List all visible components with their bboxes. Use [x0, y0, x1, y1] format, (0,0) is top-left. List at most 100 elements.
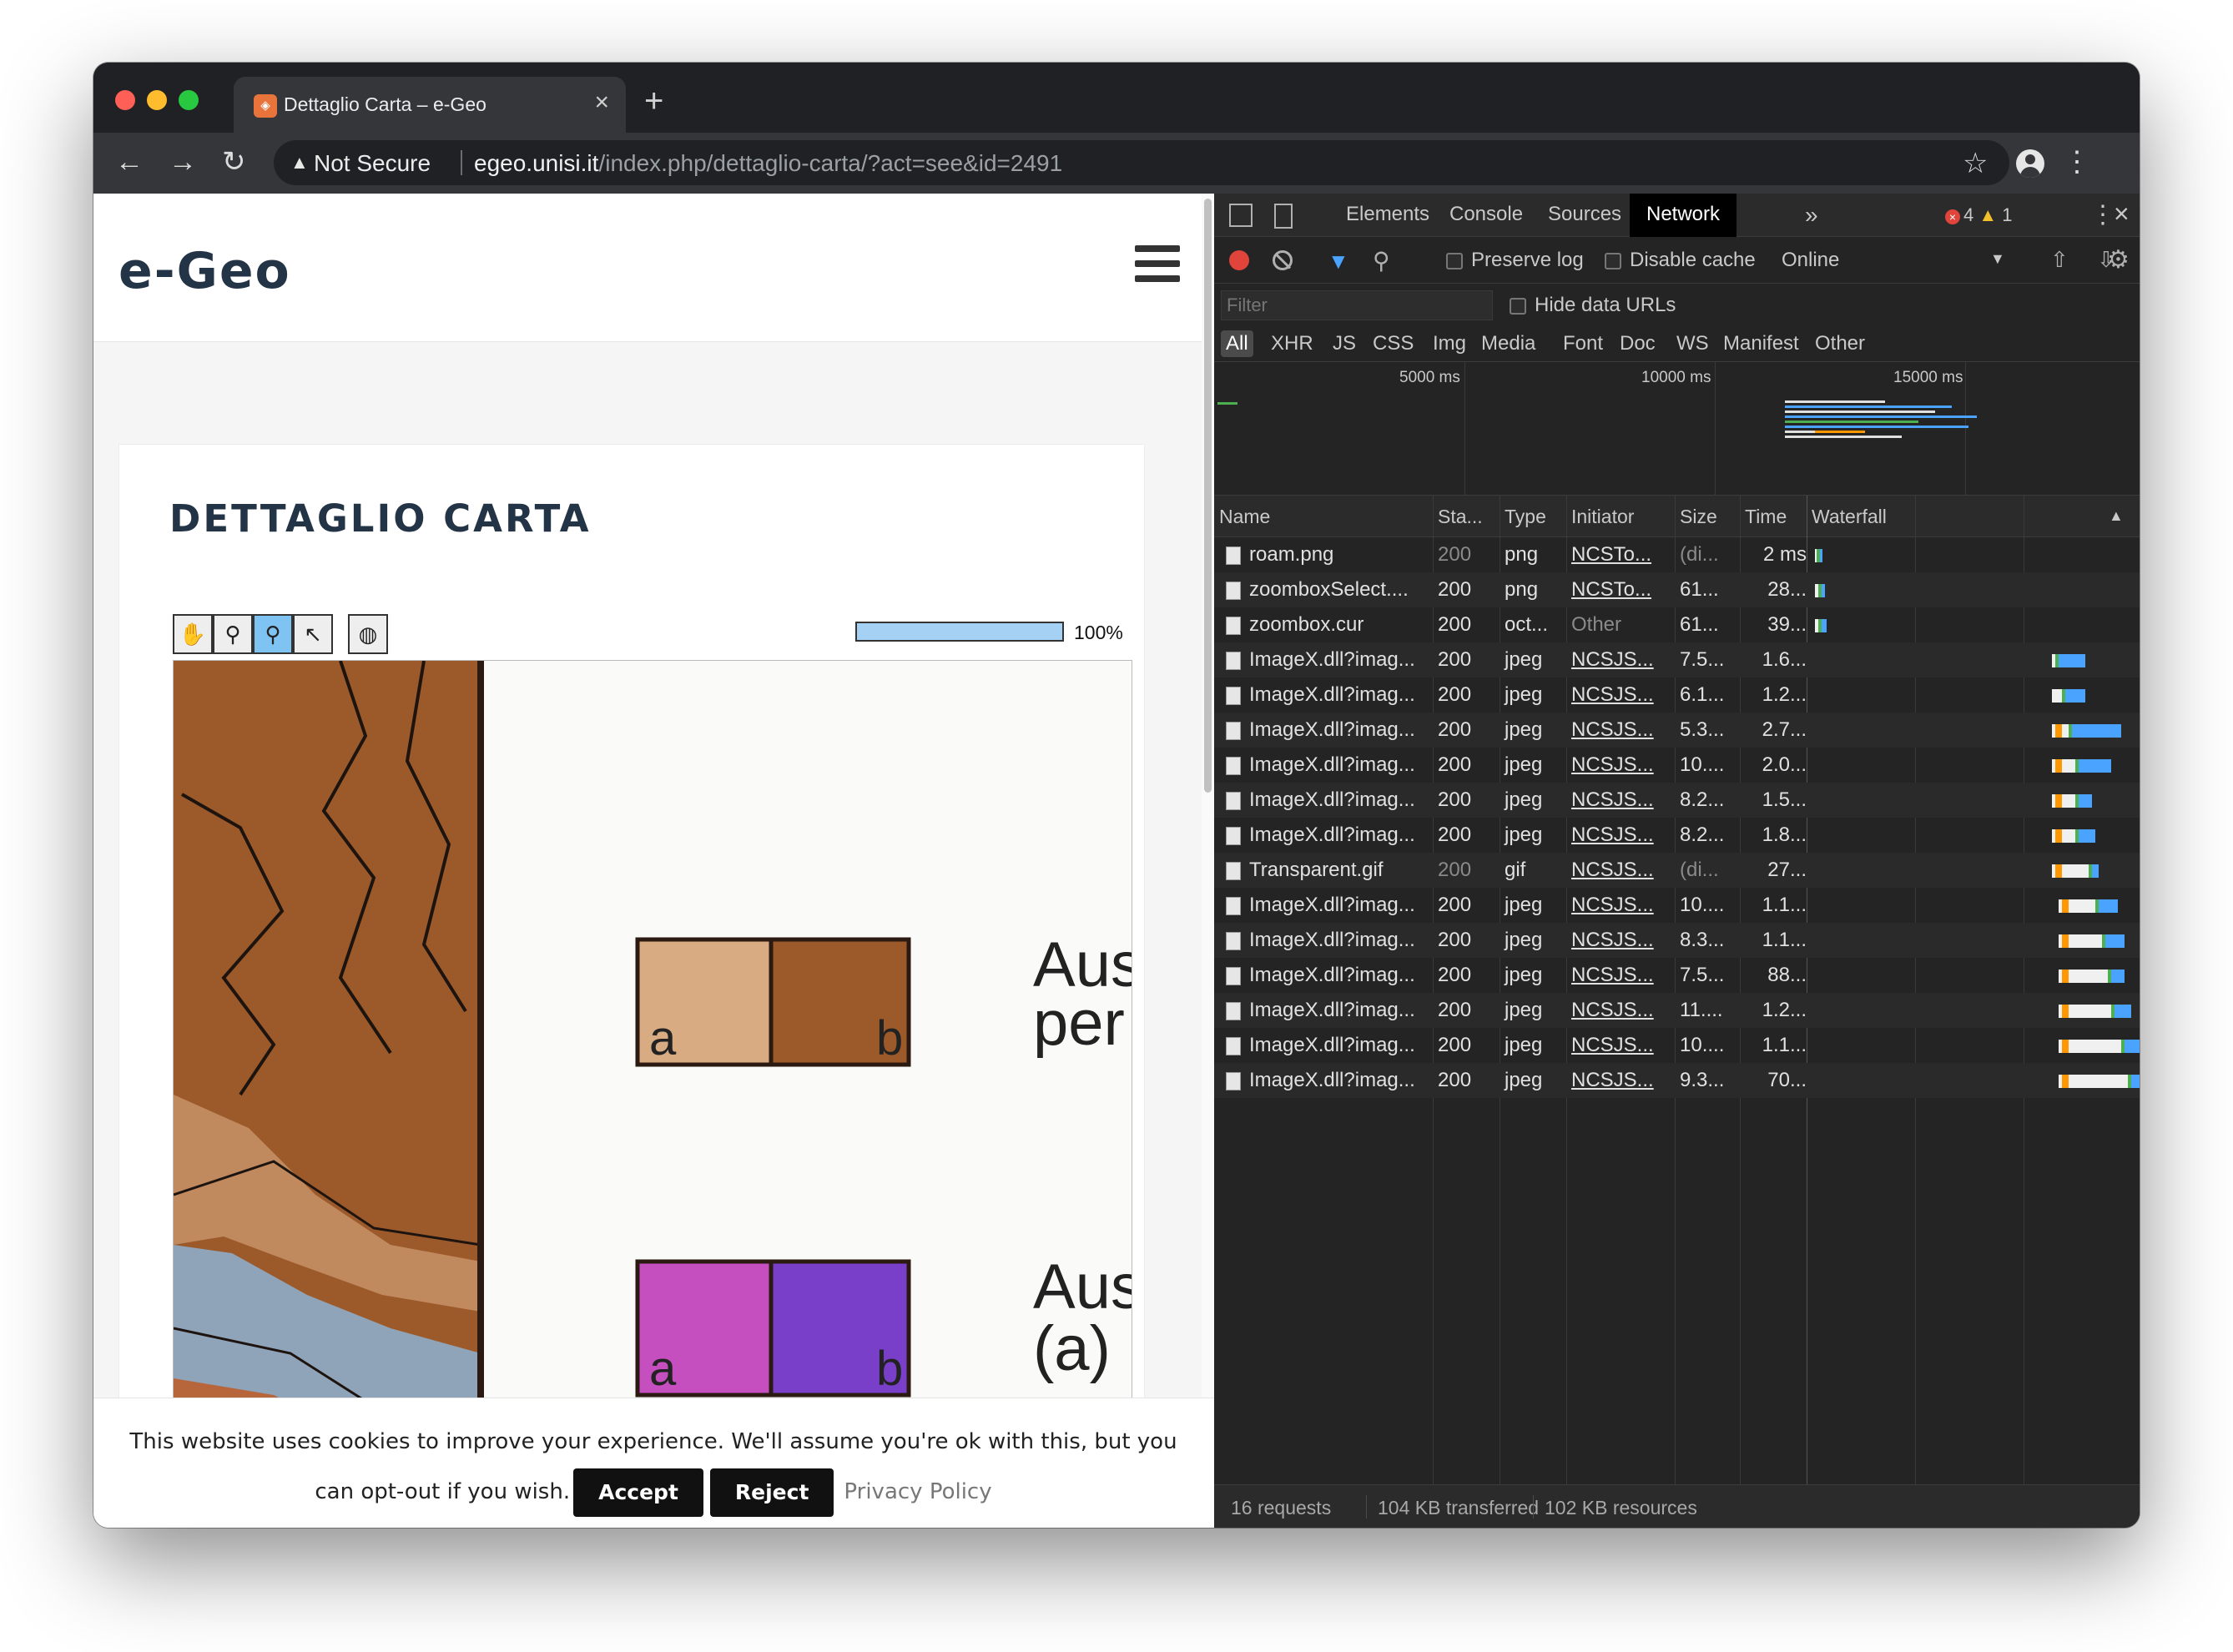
page-scrollbar-thumb[interactable]: [1204, 199, 1212, 793]
tab-console[interactable]: Console: [1433, 194, 1540, 237]
table-row[interactable]: ImageX.dll?imag... 200 jpeg NCSJS... 9.3... 7…: [1214, 1063, 2140, 1098]
column-name[interactable]: Name: [1214, 496, 1433, 537]
column-initiator[interactable]: Initiator: [1566, 496, 1675, 537]
table-row[interactable]: ImageX.dll?imag... 200 jpeg NCSJS... 8.3... 1…: [1214, 923, 2140, 958]
column-status[interactable]: Sta...: [1433, 496, 1500, 537]
search-icon[interactable]: ⚲: [1373, 247, 1390, 274]
zoom-icon[interactable]: ⚲: [213, 614, 253, 654]
table-row[interactable]: Transparent.gif 200 gif NCSJS... (di... 27...: [1214, 853, 2140, 888]
preserve-log-label: Preserve log: [1471, 249, 1584, 271]
sort-ascending-icon[interactable]: ▲: [2109, 507, 2124, 525]
request-initiator: NCSJS...: [1571, 718, 1654, 741]
resources-size: 102 KB resources: [1545, 1497, 1697, 1519]
tab-network[interactable]: Network: [1630, 194, 1737, 237]
issues-counter[interactable]: × 4 ▲ 1: [1945, 204, 2013, 226]
chevron-down-icon[interactable]: ▼: [1990, 250, 2005, 268]
table-row[interactable]: ImageX.dll?imag... 200 jpeg NCSJS... 7.5... 1…: [1214, 642, 2140, 677]
devtools-close-icon[interactable]: ×: [2114, 199, 2130, 229]
network-settings-gear-icon[interactable]: ⚙: [2107, 245, 2130, 274]
bookmark-star-icon[interactable]: ☆: [1963, 147, 1988, 180]
column-type[interactable]: Type: [1500, 496, 1566, 537]
request-time: 1.1...: [1762, 894, 1807, 916]
globe-icon[interactable]: ◍: [348, 614, 388, 654]
column-time[interactable]: Time: [1740, 496, 1807, 537]
type-all[interactable]: All: [1221, 330, 1253, 357]
tab-sources[interactable]: Sources: [1531, 194, 1638, 237]
device-toolbar-icon[interactable]: [1274, 204, 1293, 229]
address-bar[interactable]: ▲ Not Secure egeo.unisi.it/index.php/det…: [274, 140, 2009, 185]
table-row[interactable]: ImageX.dll?imag... 200 jpeg NCSJS... 6.1... 1…: [1214, 677, 2140, 713]
preserve-log-box[interactable]: [1446, 252, 1463, 269]
preserve-log-checkbox[interactable]: Preserve log: [1446, 249, 1584, 272]
disable-cache-checkbox[interactable]: Disable cache: [1605, 249, 1756, 272]
clear-icon[interactable]: [1273, 250, 1293, 270]
throttling-select[interactable]: Online: [1782, 249, 1839, 272]
maximize-window-button[interactable]: [179, 90, 199, 110]
waterfall-dns-bar: [2062, 1005, 2069, 1018]
not-secure-label[interactable]: Not Secure: [314, 150, 431, 177]
type-js[interactable]: JS: [1328, 330, 1361, 357]
accept-button[interactable]: Accept: [573, 1468, 703, 1517]
browser-window: ◈ Dettaglio Carta – e-Geo × + ← → ↻ ▲ No…: [93, 63, 2140, 1528]
network-summary-bar: 16 requests 104 KB transferred 102 KB re…: [1214, 1484, 2140, 1528]
browser-menu-icon[interactable]: ⋮: [2063, 146, 2091, 178]
zoombox-icon[interactable]: ⚲: [253, 614, 293, 654]
tab-close-icon[interactable]: ×: [594, 90, 609, 115]
disable-cache-box[interactable]: [1605, 252, 1621, 269]
waterfall-download-bar: [2098, 899, 2119, 913]
hide-data-urls-checkbox[interactable]: Hide data URLs: [1510, 294, 1676, 317]
network-overview[interactable]: 5000 ms 10000 ms 15000 ms: [1214, 362, 2140, 496]
pan-hand-icon[interactable]: ✋: [173, 614, 213, 654]
site-logo[interactable]: e-Geo: [118, 242, 291, 300]
filter-funnel-icon[interactable]: ▼: [1328, 249, 1349, 274]
account-avatar-icon[interactable]: [2016, 149, 2044, 178]
import-har-icon[interactable]: ⇧: [2050, 247, 2069, 273]
table-row[interactable]: ImageX.dll?imag... 200 jpeg NCSJS... 7.5... 8…: [1214, 958, 2140, 993]
column-size[interactable]: Size: [1675, 496, 1740, 537]
waterfall-download-bar: [2072, 724, 2122, 738]
table-row[interactable]: ImageX.dll?imag... 200 jpeg NCSJS... 10.... 1…: [1214, 888, 2140, 923]
reload-icon[interactable]: ↻: [222, 146, 246, 178]
request-name: ImageX.dll?imag...: [1249, 718, 1415, 741]
new-tab-button[interactable]: +: [644, 84, 663, 118]
more-tabs-icon[interactable]: »: [1805, 202, 1818, 229]
devtools-menu-icon[interactable]: ⋮: [2090, 200, 2115, 229]
reject-button[interactable]: Reject: [709, 1468, 834, 1517]
table-row[interactable]: zoombox.cur 200 oct... Other 61... 39...: [1214, 607, 2140, 642]
hide-data-urls-box[interactable]: [1510, 297, 1526, 315]
request-table: Name Sta... Type Initiator Size Time Wat…: [1214, 496, 2140, 1484]
hamburger-menu-icon[interactable]: [1135, 245, 1180, 282]
table-row[interactable]: ImageX.dll?imag... 200 jpeg NCSJS... 10.... 1…: [1214, 1028, 2140, 1063]
pointer-icon[interactable]: ↖: [293, 614, 333, 654]
table-row[interactable]: roam.png 200 png NCSTo... (di... 2 ms: [1214, 537, 2140, 572]
type-manifest[interactable]: Manifest: [1718, 330, 1804, 357]
table-row[interactable]: ImageX.dll?imag... 200 jpeg NCSJS... 10.... 2…: [1214, 748, 2140, 783]
privacy-policy-link[interactable]: Privacy Policy: [844, 1479, 991, 1504]
type-ws[interactable]: WS: [1671, 330, 1714, 357]
table-row[interactable]: ImageX.dll?imag... 200 jpeg NCSJS... 8.2... 1…: [1214, 818, 2140, 853]
tab-elements[interactable]: Elements: [1329, 194, 1446, 237]
table-row[interactable]: zoomboxSelect.... 200 png NCSTo... 61... 28..…: [1214, 572, 2140, 607]
back-arrow-icon[interactable]: ←: [115, 146, 144, 178]
record-icon[interactable]: [1229, 250, 1249, 270]
table-row[interactable]: ImageX.dll?imag... 200 jpeg NCSJS... 8.2... 1…: [1214, 783, 2140, 818]
type-font[interactable]: Font: [1558, 330, 1608, 357]
column-waterfall[interactable]: Waterfall: [1807, 496, 2099, 537]
forward-arrow-icon[interactable]: →: [169, 146, 197, 178]
minimize-window-button[interactable]: [147, 90, 167, 110]
table-row[interactable]: ImageX.dll?imag... 200 jpeg NCSJS... 11.... 1…: [1214, 993, 2140, 1028]
type-doc[interactable]: Doc: [1615, 330, 1661, 357]
request-size: 9.3...: [1680, 1069, 1725, 1091]
page-scrollbar[interactable]: [1202, 194, 1214, 1528]
filter-input[interactable]: [1221, 290, 1493, 320]
close-window-button[interactable]: [115, 90, 135, 110]
type-css[interactable]: CSS: [1368, 330, 1419, 357]
type-xhr[interactable]: XHR: [1266, 330, 1318, 357]
type-other[interactable]: Other: [1810, 330, 1870, 357]
type-img[interactable]: Img: [1428, 330, 1471, 357]
tab-dettaglio-carta[interactable]: ◈ Dettaglio Carta – e-Geo ×: [234, 77, 626, 133]
type-media[interactable]: Media: [1476, 330, 1540, 357]
inspect-element-icon[interactable]: [1229, 204, 1253, 227]
table-row[interactable]: ImageX.dll?imag... 200 jpeg NCSJS... 5.3... 2…: [1214, 713, 2140, 748]
url-text[interactable]: egeo.unisi.it/index.php/dettaglio-carta/…: [474, 150, 1062, 177]
